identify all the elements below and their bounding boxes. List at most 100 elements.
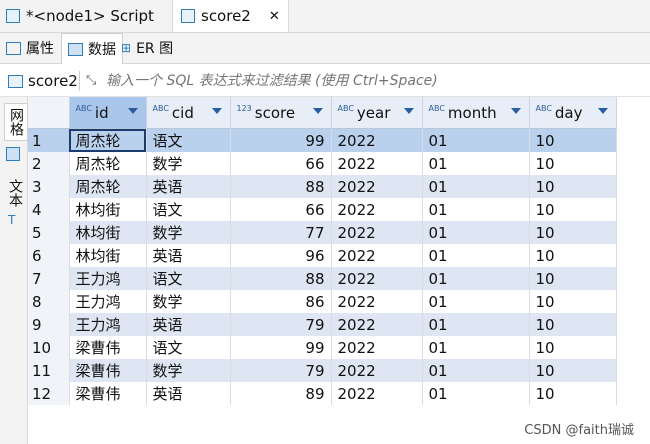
table-row[interactable]: 11 梁曹伟 数学 79 2022 01 10 xyxy=(28,359,617,382)
sort-arrow-icon[interactable] xyxy=(211,108,222,114)
table-row[interactable]: 7 王力鸿 语文 88 2022 01 10 xyxy=(28,267,617,290)
day-cell[interactable]: 10 xyxy=(529,128,617,152)
day-cell[interactable]: 10 xyxy=(529,221,617,244)
id-cell[interactable]: 周杰轮 xyxy=(69,175,147,198)
id-cell[interactable]: 周杰轮 xyxy=(69,152,147,175)
cid-cell[interactable]: 数学 xyxy=(146,290,231,313)
id-cell[interactable]: 梁曹伟 xyxy=(69,336,147,359)
table-row[interactable]: 1 周杰轮 语文 99 2022 01 10 xyxy=(28,128,617,152)
score-cell[interactable]: 99 xyxy=(230,128,332,152)
row-number-cell[interactable]: 12 xyxy=(28,382,70,405)
table-row[interactable]: 10 梁曹伟 语文 99 2022 01 10 xyxy=(28,336,617,359)
cid-cell[interactable]: 语文 xyxy=(146,128,231,152)
day-cell[interactable]: 10 xyxy=(529,244,617,267)
row-number-cell[interactable]: 7 xyxy=(28,267,70,290)
month-cell[interactable]: 01 xyxy=(422,336,530,359)
month-cell[interactable]: 01 xyxy=(422,290,530,313)
year-cell[interactable]: 2022 xyxy=(331,359,423,382)
table-row[interactable]: 5 林均街 数学 77 2022 01 10 xyxy=(28,221,617,244)
side-tab-text[interactable]: 文本 xyxy=(4,175,26,211)
cid-cell[interactable]: 英语 xyxy=(146,313,231,336)
sort-arrow-icon[interactable] xyxy=(312,108,323,114)
row-number-cell[interactable]: 11 xyxy=(28,359,70,382)
cid-cell[interactable]: 语文 xyxy=(146,267,231,290)
year-cell[interactable]: 2022 xyxy=(331,175,423,198)
cid-cell[interactable]: 数学 xyxy=(146,359,231,382)
cid-cell[interactable]: 数学 xyxy=(146,221,231,244)
column-header-score[interactable]: 123 score xyxy=(230,97,332,129)
column-header-day[interactable]: ABC day xyxy=(529,97,617,129)
month-cell[interactable]: 01 xyxy=(422,382,530,405)
table-row[interactable]: 4 林均街 语文 66 2022 01 10 xyxy=(28,198,617,221)
score-cell[interactable]: 66 xyxy=(230,152,332,175)
row-number-cell[interactable]: 6 xyxy=(28,244,70,267)
row-number-cell[interactable]: 10 xyxy=(28,336,70,359)
column-header-id[interactable]: ABC id xyxy=(69,97,147,129)
row-number-cell[interactable]: 8 xyxy=(28,290,70,313)
filter-input[interactable] xyxy=(104,69,648,93)
day-cell[interactable]: 10 xyxy=(529,175,617,198)
cid-cell[interactable]: 英语 xyxy=(146,382,231,405)
month-cell[interactable]: 01 xyxy=(422,198,530,221)
subtab-data[interactable]: 数据 xyxy=(61,33,123,64)
sort-arrow-icon[interactable] xyxy=(127,108,138,114)
day-cell[interactable]: 10 xyxy=(529,152,617,175)
id-cell[interactable]: 林均街 xyxy=(69,198,147,221)
column-header-cid[interactable]: ABC cid xyxy=(146,97,231,129)
table-row[interactable]: 8 王力鸿 数学 86 2022 01 10 xyxy=(28,290,617,313)
month-cell[interactable]: 01 xyxy=(422,221,530,244)
score-cell[interactable]: 79 xyxy=(230,359,332,382)
id-cell[interactable]: 梁曹伟 xyxy=(69,359,147,382)
year-cell[interactable]: 2022 xyxy=(331,152,423,175)
cid-cell[interactable]: 数学 xyxy=(146,152,231,175)
table-row[interactable]: 3 周杰轮 英语 88 2022 01 10 xyxy=(28,175,617,198)
id-cell[interactable]: 林均街 xyxy=(69,221,147,244)
id-cell[interactable]: 王力鸿 xyxy=(69,290,147,313)
score-cell[interactable]: 77 xyxy=(230,221,332,244)
id-cell[interactable]: 周杰轮 xyxy=(69,128,147,152)
cid-cell[interactable]: 语文 xyxy=(146,336,231,359)
close-icon[interactable]: ✕ xyxy=(269,9,280,24)
day-cell[interactable]: 10 xyxy=(529,336,617,359)
year-cell[interactable]: 2022 xyxy=(331,267,423,290)
day-cell[interactable]: 10 xyxy=(529,290,617,313)
cid-cell[interactable]: 语文 xyxy=(146,198,231,221)
id-cell[interactable]: 王力鸿 xyxy=(69,267,147,290)
score-cell[interactable]: 88 xyxy=(230,175,332,198)
year-cell[interactable]: 2022 xyxy=(331,313,423,336)
month-cell[interactable]: 01 xyxy=(422,313,530,336)
tab-script[interactable]: *<node1> Script xyxy=(6,0,154,32)
year-cell[interactable]: 2022 xyxy=(331,128,423,152)
year-cell[interactable]: 2022 xyxy=(331,198,423,221)
day-cell[interactable]: 10 xyxy=(529,313,617,336)
table-row[interactable]: 2 周杰轮 数学 66 2022 01 10 xyxy=(28,152,617,175)
year-cell[interactable]: 2022 xyxy=(331,221,423,244)
row-number-cell[interactable]: 4 xyxy=(28,198,70,221)
score-cell[interactable]: 79 xyxy=(230,313,332,336)
month-cell[interactable]: 01 xyxy=(422,128,530,152)
score-cell[interactable]: 99 xyxy=(230,336,332,359)
row-number-cell[interactable]: 5 xyxy=(28,221,70,244)
day-cell[interactable]: 10 xyxy=(529,359,617,382)
row-number-cell[interactable]: 1 xyxy=(28,128,70,152)
tab-score2[interactable]: score2 ✕ xyxy=(172,0,289,32)
day-cell[interactable]: 10 xyxy=(529,267,617,290)
row-number-cell[interactable]: 2 xyxy=(28,152,70,175)
score-cell[interactable]: 66 xyxy=(230,198,332,221)
year-cell[interactable]: 2022 xyxy=(331,290,423,313)
score-cell[interactable]: 96 xyxy=(230,244,332,267)
month-cell[interactable]: 01 xyxy=(422,267,530,290)
month-cell[interactable]: 01 xyxy=(422,175,530,198)
table-row[interactable]: 12 梁曹伟 英语 89 2022 01 10 xyxy=(28,382,617,405)
sort-arrow-icon[interactable] xyxy=(597,108,608,114)
column-header-year[interactable]: ABC year xyxy=(331,97,423,129)
cid-cell[interactable]: 英语 xyxy=(146,175,231,198)
score-cell[interactable]: 86 xyxy=(230,290,332,313)
column-header-month[interactable]: ABC month xyxy=(422,97,530,129)
id-cell[interactable]: 林均街 xyxy=(69,244,147,267)
score-cell[interactable]: 88 xyxy=(230,267,332,290)
subtab-er-diagram[interactable]: ⊞ ER 图 xyxy=(121,33,173,63)
expand-icon[interactable]: ⤡ xyxy=(86,73,96,88)
year-cell[interactable]: 2022 xyxy=(331,382,423,405)
year-cell[interactable]: 2022 xyxy=(331,336,423,359)
